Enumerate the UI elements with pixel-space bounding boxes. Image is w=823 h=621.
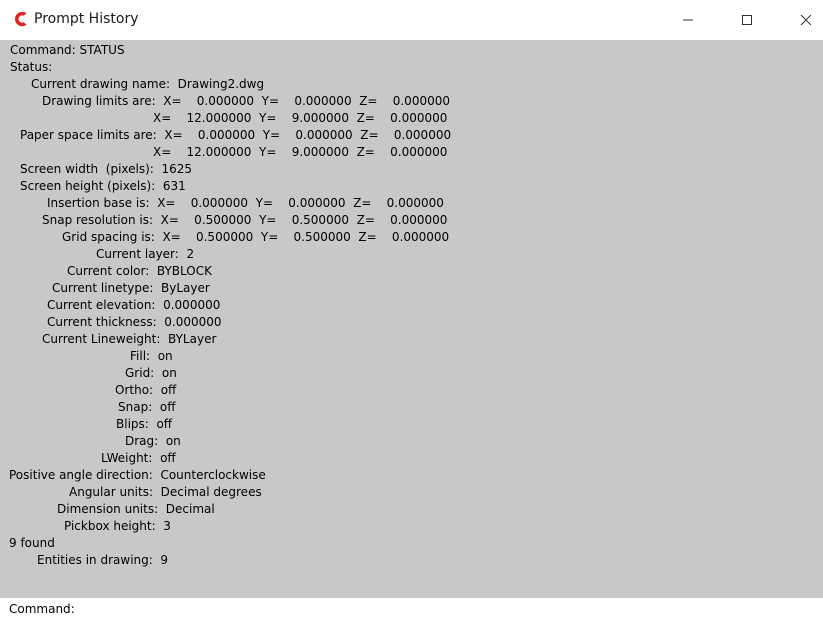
minimize-button[interactable] <box>665 0 711 40</box>
history-line: Current elevation: 0.000000 <box>47 298 221 312</box>
history-line: Angular units: Decimal degrees <box>69 485 262 499</box>
close-button[interactable] <box>783 0 823 40</box>
history-line: Ortho: off <box>115 383 177 397</box>
history-line: Fill: on <box>130 349 173 363</box>
maximize-icon <box>742 15 752 25</box>
history-line: LWeight: off <box>101 451 176 465</box>
history-line: Grid: on <box>125 366 177 380</box>
history-line: Blips: off <box>116 417 173 431</box>
history-line: Screen width (pixels): 1625 <box>20 162 193 176</box>
history-line: Current thickness: 0.000000 <box>47 315 222 329</box>
history-line: Status: <box>10 60 53 74</box>
app-logo-icon <box>15 11 27 27</box>
history-line: Insertion base is: X= 0.000000 Y= 0.0000… <box>47 196 444 210</box>
minimize-icon <box>683 19 693 21</box>
history-line: Pickbox height: 3 <box>64 519 171 533</box>
history-line: Current color: BYBLOCK <box>67 264 212 278</box>
history-line: X= 12.000000 Y= 9.000000 Z= 0.000000 <box>153 111 448 125</box>
history-line: X= 12.000000 Y= 9.000000 Z= 0.000000 <box>153 145 448 159</box>
command-prompt[interactable]: Command: <box>9 601 75 617</box>
history-line: Current layer: 2 <box>96 247 195 261</box>
history-line: Command: STATUS <box>10 43 125 57</box>
window-title: Prompt History <box>34 11 139 27</box>
history-line: Drag: on <box>125 434 181 448</box>
title-bar[interactable]: Prompt History <box>0 0 823 40</box>
command-input-area[interactable]: Command: <box>0 598 823 621</box>
history-line: Current linetype: ByLayer <box>52 281 210 295</box>
history-line: Drawing limits are: X= 0.000000 Y= 0.000… <box>42 94 450 108</box>
history-line: 9 found <box>9 536 55 550</box>
history-line: Entities in drawing: 9 <box>37 553 169 567</box>
history-line: Positive angle direction: Counterclockwi… <box>9 468 266 482</box>
history-line: Dimension units: Decimal <box>57 502 215 516</box>
history-line: Paper space limits are: X= 0.000000 Y= 0… <box>20 128 452 142</box>
close-icon <box>800 14 812 26</box>
history-line: Current Lineweight: BYLayer <box>42 332 217 346</box>
history-line: Screen height (pixels): 631 <box>20 179 186 193</box>
maximize-button[interactable] <box>724 0 770 40</box>
command-history[interactable]: Command: STATUS Status: Current drawing … <box>0 40 823 598</box>
history-line: Grid spacing is: X= 0.500000 Y= 0.500000… <box>62 230 450 244</box>
history-line: Snap: off <box>118 400 176 414</box>
history-line: Snap resolution is: X= 0.500000 Y= 0.500… <box>42 213 448 227</box>
history-line: Current drawing name: Drawing2.dwg <box>31 77 265 91</box>
